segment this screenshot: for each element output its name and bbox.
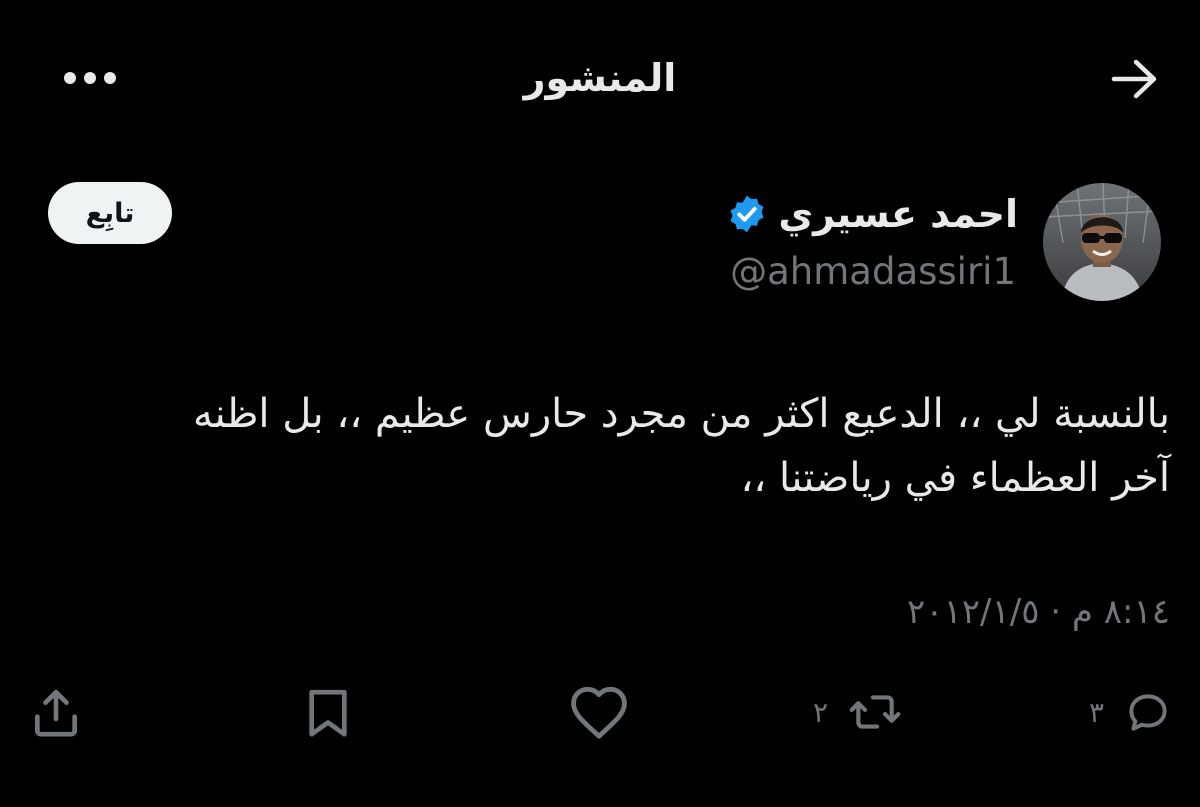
author-name-row: احمد عسيري bbox=[726, 184, 1018, 244]
like-button[interactable] bbox=[568, 676, 630, 748]
follow-button[interactable]: تابِع bbox=[48, 182, 172, 244]
reply-count: ٣ bbox=[1088, 695, 1104, 729]
share-icon bbox=[34, 689, 77, 737]
like-icon bbox=[571, 686, 627, 739]
back-button[interactable] bbox=[1100, 52, 1170, 106]
author-handle[interactable]: @ahmadassiri1 bbox=[730, 244, 1016, 300]
arrow-right-icon bbox=[1111, 59, 1157, 99]
avatar[interactable] bbox=[1043, 183, 1161, 301]
post-text-line: آخر العظماء في رياضتنا ،، bbox=[740, 455, 1170, 501]
reply-icon bbox=[1129, 694, 1167, 731]
bookmark-button[interactable] bbox=[302, 676, 354, 748]
reply-button[interactable]: ٣ bbox=[1089, 676, 1174, 748]
more-dots-icon bbox=[64, 72, 116, 84]
share-button[interactable] bbox=[30, 676, 82, 748]
more-options-button[interactable] bbox=[52, 55, 128, 101]
verified-badge-icon bbox=[730, 195, 764, 233]
post-text-line: بالنسبة لي ،، الدعيع اكثر من مجرد حارس ع… bbox=[193, 391, 1170, 437]
page-title: المنشور bbox=[523, 56, 677, 100]
post-text: بالنسبة لي ،، الدعيع اكثر من مجرد حارس ع… bbox=[60, 382, 1170, 510]
repost-icon bbox=[849, 695, 901, 729]
repost-count: ٢ bbox=[812, 695, 828, 729]
post-timestamp[interactable]: ٨:١٤ م · ٢٠١٢/١/٥ bbox=[907, 584, 1170, 640]
bookmark-icon bbox=[309, 689, 347, 737]
repost-button[interactable]: ٢ bbox=[813, 676, 904, 748]
author-display-name[interactable]: احمد عسيري bbox=[778, 184, 1018, 244]
